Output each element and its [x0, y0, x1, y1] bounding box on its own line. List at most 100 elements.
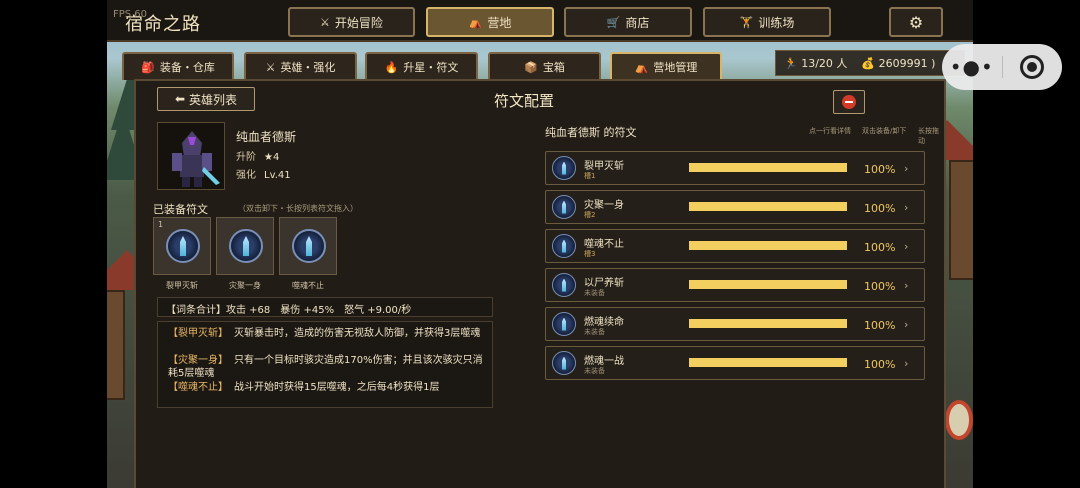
nav-training[interactable]: 🏋 训练场 — [703, 7, 831, 37]
slot-rune-name: 裂甲灭斩 — [166, 281, 198, 290]
knight-sprite-icon — [172, 131, 220, 187]
rune-list-hint: 长按拖动 — [918, 127, 939, 145]
tab-camp-management[interactable]: ⛺ 营地管理 — [610, 52, 722, 80]
rune-list-title: 纯血者德斯 的符文 — [545, 126, 637, 139]
game-title: 宿命之路 — [125, 14, 201, 35]
rune-list-row[interactable]: 裂甲灭斩 槽1 100% › — [545, 151, 925, 185]
hero-list-button[interactable]: ⬅ 英雄列表 — [157, 87, 255, 111]
nav-camp[interactable]: ⛺ 营地 — [426, 7, 554, 37]
money-bag-icon: 💰 — [861, 56, 876, 70]
rune-slot-status: 未装备 — [584, 289, 605, 297]
rune-slot-status: 槽3 — [584, 250, 596, 258]
rune-list-row[interactable]: 灾聚一身 槽2 100% › — [545, 190, 925, 224]
tab-label: 升星・符文 — [403, 61, 459, 74]
nav-label: 训练场 — [758, 15, 795, 30]
close-icon — [842, 95, 856, 109]
rune-slot-status: 槽1 — [584, 172, 596, 180]
rune-progress-fill — [689, 163, 847, 172]
hero-rank: 升阶 ★4 — [236, 152, 280, 163]
rune-progress-bar — [689, 241, 847, 250]
rune-name: 噬魂不止 — [584, 239, 624, 250]
top-bar: FPS 60 宿命之路 ⚔ 开始冒险 ⛺ 营地 🛒 商店 🏋 训练场 ⚙ — [107, 0, 973, 42]
camp-icon: ⛺ — [634, 60, 649, 74]
rune-progress-bar — [689, 358, 847, 367]
tab-label: 英雄・强化 — [280, 61, 336, 74]
rune-list-row[interactable]: 噬魂不止 槽3 100% › — [545, 229, 925, 263]
rune-description: 【噬魂不止】 战斗开始时获得15层噬魂，之后每4秒获得1层 — [168, 382, 440, 393]
rune-progress-fill — [689, 319, 847, 328]
rune-slot-3[interactable] — [279, 217, 337, 275]
tab-label: 营地管理 — [653, 61, 698, 74]
equipped-runes-label: 已装备符文 — [153, 203, 208, 216]
slot-number: 1 — [158, 220, 164, 229]
rune-slot-1[interactable]: 1 — [153, 217, 211, 275]
flame-icon: 🔥 — [384, 60, 399, 74]
rune-progress-bar — [689, 163, 847, 172]
mini-program-capsule: •●• — [942, 44, 1062, 90]
camp-icon: ⛺ — [468, 15, 483, 29]
crossed-swords-icon: ⚔ — [320, 15, 330, 29]
rune-slot-status: 未装备 — [584, 367, 605, 375]
rune-emblem-icon — [166, 229, 200, 263]
rune-progress-bar — [689, 280, 847, 289]
rune-progress-fill — [689, 241, 847, 250]
rune-slot-status: 槽2 — [584, 211, 596, 219]
population-counter: 🏃 13/20 人 — [784, 57, 848, 70]
chevron-right-icon: › — [904, 279, 909, 292]
target-decoration — [945, 400, 973, 440]
nav-shop[interactable]: 🛒 商店 — [564, 7, 692, 37]
stats-summary: 【词条合计】攻击 +68 暴伤 +45% 怒气 +9.00/秒 — [157, 297, 493, 317]
nav-label: 营地 — [487, 15, 512, 30]
rune-list-row[interactable]: 燃魂一战 未装备 100% › — [545, 346, 925, 380]
rune-list-row[interactable]: 燃魂续命 未装备 100% › — [545, 307, 925, 341]
left-letterbox — [0, 0, 107, 488]
rune-config-panel: ⬅ 英雄列表 符文配置 纯血者德斯 升阶 ★4 强化 Lv.41 已装备符文 （双击 — [134, 79, 946, 488]
backpack-icon: 🎒 — [141, 60, 155, 74]
rune-description: 【灾聚一身】 只有一个目标时骇灾造成170%伤害；并且该次骇灾只消耗5层噬魂 — [168, 355, 483, 379]
rune-emblem-icon — [552, 351, 576, 375]
rune-list-hint: 双击装备/卸下 — [862, 127, 907, 135]
dumbbell-icon: 🏋 — [739, 15, 754, 29]
hero-level: 强化 Lv.41 — [236, 170, 291, 181]
panel-title: 符文配置 — [494, 92, 555, 110]
tab-equipment-storage[interactable]: 🎒 装备・仓库 — [122, 52, 234, 80]
tab-chest[interactable]: 📦 宝箱 — [488, 52, 601, 80]
rune-name: 灾聚一身 — [584, 200, 624, 211]
slot-rune-name: 噬魂不止 — [292, 281, 324, 290]
rune-progress-bar — [689, 319, 847, 328]
house-decoration — [949, 160, 973, 280]
close-button[interactable] — [833, 90, 865, 114]
gear-icon: ⚙ — [908, 12, 924, 32]
tab-hero-enhance[interactable]: ⚔ 英雄・强化 — [244, 52, 357, 80]
hero-name: 纯血者德斯 — [236, 130, 297, 144]
rune-progress-fill — [689, 358, 847, 367]
nav-start-adventure[interactable]: ⚔ 开始冒险 — [288, 7, 415, 37]
rune-name: 燃魂续命 — [584, 317, 624, 328]
chest-icon: 📦 — [524, 60, 538, 74]
rune-name: 燃魂一战 — [584, 356, 624, 367]
nav-label: 商店 — [625, 15, 650, 30]
runner-icon: 🏃 — [784, 57, 798, 70]
rune-description-box: 【裂甲灭斩】 灭斩暴击时，造成的伤害无视敌人防御，并获得3层噬魂 【灾聚一身】 只有… — [157, 321, 493, 408]
slot-rune-name: 灾聚一身 — [229, 281, 261, 290]
tab-star-rune[interactable]: 🔥 升星・符文 — [365, 52, 478, 80]
more-options-icon[interactable]: •●• — [942, 55, 1002, 79]
rune-progress-bar — [689, 202, 847, 211]
rune-percent: 100% — [864, 241, 896, 254]
hero-portrait — [157, 122, 225, 190]
house-decoration — [107, 290, 125, 400]
rune-emblem-icon — [552, 195, 576, 219]
gold-counter: 💰 2609991 ) — [861, 56, 936, 70]
settings-button[interactable]: ⚙ — [889, 7, 943, 37]
rune-slot-2[interactable] — [216, 217, 274, 275]
equipped-runes-hint: （双击卸下・长按列表符文拖入） — [238, 204, 358, 213]
rune-percent: 100% — [864, 163, 896, 176]
close-miniprogram-icon[interactable] — [1002, 55, 1062, 79]
rune-list-row[interactable]: 以尸养斩 未装备 100% › — [545, 268, 925, 302]
chevron-right-icon: › — [904, 201, 909, 214]
arrow-left-icon: ⬅ — [174, 92, 186, 106]
rune-description: 【裂甲灭斩】 灭斩暴击时，造成的伤害无视敌人防御，并获得3层噬魂 — [168, 328, 481, 339]
rune-percent: 100% — [864, 202, 896, 215]
rune-progress-fill — [689, 202, 847, 211]
nav-label: 开始冒险 — [334, 15, 383, 30]
